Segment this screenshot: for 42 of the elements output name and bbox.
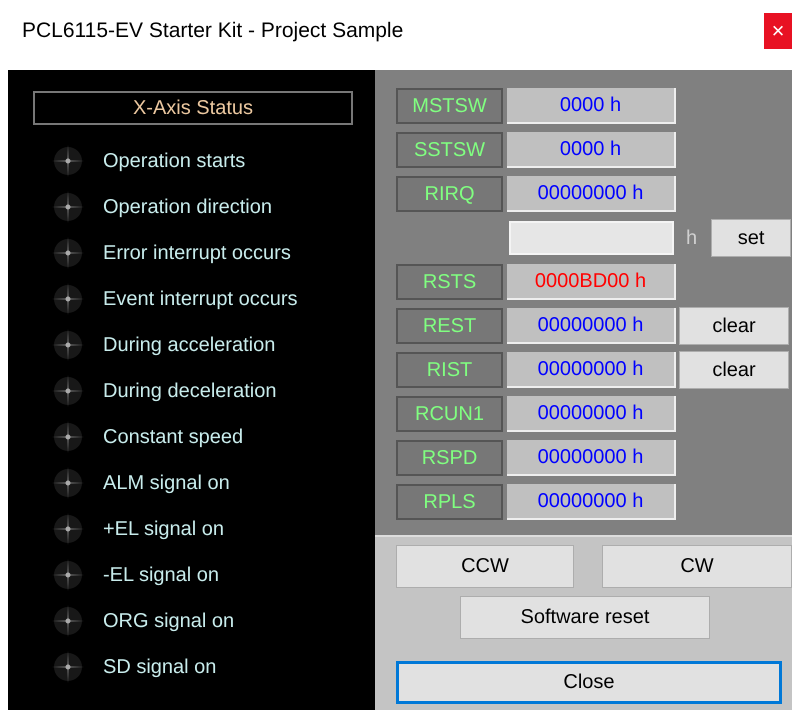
status-label: ALM signal on [103, 472, 230, 494]
register-name: RSTS [396, 264, 503, 300]
register-value: 00000000 h [507, 176, 676, 212]
panel-title: X-Axis Status [33, 91, 353, 125]
register-name: MSTSW [396, 88, 503, 124]
register-value: 00000000 h [507, 396, 676, 432]
status-label: Error interrupt occurs [103, 242, 291, 264]
clear-button[interactable]: clear [679, 307, 789, 345]
status-label: Event interrupt occurs [103, 288, 298, 310]
register-value: 00000000 h [507, 352, 676, 388]
unit-label: h [686, 226, 698, 250]
register-value: 0000BD00 h [507, 264, 676, 300]
register-name: REST [396, 308, 503, 344]
status-label: -EL signal on [103, 564, 219, 586]
register-name: RPLS [396, 484, 503, 520]
close-button[interactable]: Close [396, 661, 782, 704]
cw-button[interactable]: CW [602, 545, 792, 588]
input-field[interactable] [509, 221, 674, 255]
register-name: RSPD [396, 440, 503, 476]
register-value: 0000 h [507, 88, 676, 124]
status-label: ORG signal on [103, 610, 234, 632]
ccw-button[interactable]: CCW [396, 545, 574, 588]
register-value: 00000000 h [507, 308, 676, 344]
register-name: RCUN1 [396, 396, 503, 432]
register-name: RIRQ [396, 176, 503, 212]
clear-button[interactable]: clear [679, 351, 789, 389]
window-title: PCL6115-EV Starter Kit - Project Sample [22, 19, 404, 43]
register-name: SSTSW [396, 132, 503, 168]
status-label: +EL signal on [103, 518, 224, 540]
set-button[interactable]: set [711, 219, 792, 257]
status-label: During acceleration [103, 334, 276, 356]
status-label: SD signal on [103, 656, 216, 678]
close-button[interactable]: × [764, 13, 792, 49]
status-label: During deceleration [103, 380, 276, 402]
software-reset-button[interactable]: Software reset [460, 596, 710, 639]
register-value: 00000000 h [507, 484, 676, 520]
status-label: Operation direction [103, 196, 272, 218]
status-label: Constant speed [103, 426, 244, 448]
register-value: 00000000 h [507, 440, 676, 476]
register-name: RIST [396, 352, 503, 388]
register-value: 0000 h [507, 132, 676, 168]
status-label: Operation starts [103, 150, 246, 172]
